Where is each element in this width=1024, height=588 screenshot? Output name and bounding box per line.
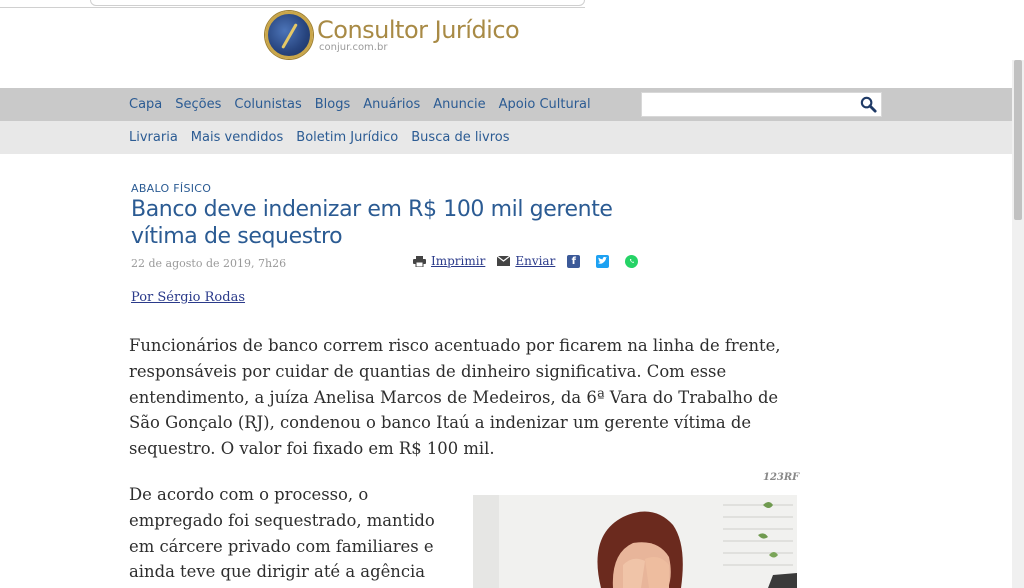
nav-item-boletim-juridico[interactable]: Boletim Jurídico [296,130,398,145]
article-tools: Imprimir Enviar f [413,254,654,268]
send-link[interactable]: Enviar [497,254,555,268]
primary-nav-items: Capa Seções Colunistas Blogs Anuários Anuncie… [129,88,604,121]
search-icon[interactable] [859,95,878,114]
author-link[interactable]: Por Sérgio Rodas [131,290,245,305]
printer-icon [413,255,426,267]
nav-item-mais-vendidos[interactable]: Mais vendidos [191,130,283,145]
article-paragraph-2: De acordo com o processo, o empregado fo… [129,485,435,582]
photo-illustration [473,495,797,588]
secondary-nav-items: Livraria Mais vendidos Boletim Jurídico Bus… [129,121,523,154]
nav-item-livraria[interactable]: Livraria [129,130,178,145]
secondary-nav: Livraria Mais vendidos Boletim Jurídico Bus… [0,121,1012,154]
print-link[interactable]: Imprimir [413,254,485,268]
nav-item-secoes[interactable]: Seções [175,97,221,112]
nav-item-anuncie[interactable]: Anuncie [433,97,485,112]
envelope-icon [497,256,511,266]
article-paragraph: Funcionários de banco correm risco acent… [129,336,781,459]
search-input[interactable] [641,92,882,117]
site-logo[interactable]: Consultor Jurídico conjur.com.br [265,10,520,60]
article-photo [473,495,797,588]
nav-item-blogs[interactable]: Blogs [315,97,351,112]
photo-credit: 123RF [763,472,800,483]
page-scrollbar[interactable] [1012,60,1024,588]
logo-name: Consultor Jurídico [317,16,520,44]
article-date: 22 de agosto de 2019, 7h26 [131,257,287,270]
twitter-share-icon[interactable] [596,254,610,268]
article-kicker: ABALO FÍSICO [131,182,212,195]
scrollbar-thumb[interactable] [1014,60,1022,220]
nav-item-capa[interactable]: Capa [129,97,162,112]
send-label: Enviar [515,254,556,268]
facebook-share-icon[interactable]: f [567,254,581,268]
article-headline: Banco deve indenizar em R$ 100 mil geren… [131,197,613,249]
print-label: Imprimir [431,254,486,268]
address-bar-fragment [90,0,585,6]
logo-text: Consultor Jurídico conjur.com.br [317,16,520,53]
nav-item-anuarios[interactable]: Anuários [363,97,420,112]
whatsapp-share-icon[interactable] [625,254,639,268]
logo-globe-icon [265,11,313,59]
nav-item-colunistas[interactable]: Colunistas [234,97,301,112]
browser-top-strip [0,0,585,8]
logo-domain: conjur.com.br [319,42,388,53]
nav-item-apoio-cultural[interactable]: Apoio Cultural [499,97,591,112]
nav-item-busca-de-livros[interactable]: Busca de livros [411,130,509,145]
